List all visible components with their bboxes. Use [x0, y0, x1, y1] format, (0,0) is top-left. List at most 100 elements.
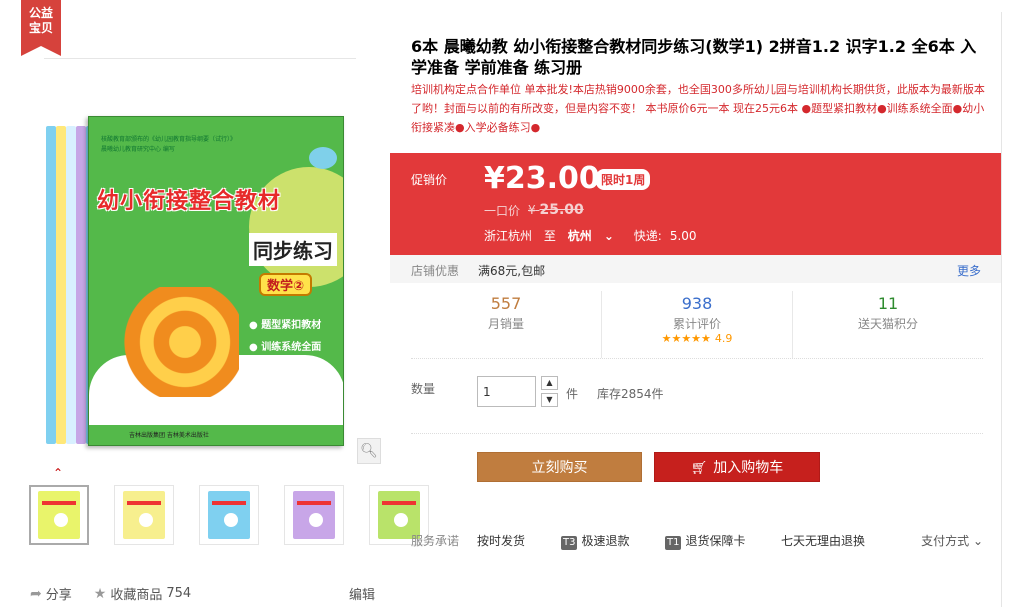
service-item-label: 极速退款	[581, 534, 630, 548]
book-spine	[46, 126, 56, 444]
stat-reviews[interactable]: 938 累计评价 ★★★★★ 4.9	[601, 291, 792, 358]
chevron-down-icon: ⌄	[972, 534, 983, 548]
cover-title: 幼小衔接整合教材	[97, 189, 282, 214]
chevron-up-icon[interactable]: ⌃	[53, 466, 63, 480]
stat-number: 557	[490, 294, 522, 313]
service-token-icon: T1	[665, 536, 682, 550]
cover-top-text: 核酸教育部颁布的《幼儿园教育指导纲要（试行）》 晨曦幼儿教育研究中心 编写	[101, 135, 281, 155]
add-to-cart-button[interactable]: 🛒︎ 加入购物车	[654, 452, 820, 482]
thumbnail[interactable]	[284, 485, 344, 545]
cover-publisher: 吉林出版集团 吉林美术出版社	[129, 432, 209, 439]
cover-top-line: 核酸教育部颁布的《幼儿园教育指导纲要（试行）》	[101, 136, 237, 143]
service-token-icon: T3	[561, 536, 578, 550]
gallery-divider	[44, 58, 356, 59]
panel-edge	[1001, 12, 1002, 607]
limit-time-tag: 限时1周	[596, 169, 651, 190]
stock-count: 库存2854件	[597, 387, 664, 401]
stat-monthly-sales: 557 月销量	[411, 291, 601, 358]
decrease-button[interactable]: ▼	[541, 393, 558, 407]
quantity-label: 数量	[411, 382, 436, 396]
increase-button[interactable]: ▲	[541, 376, 558, 390]
payment-methods-dropdown[interactable]: 支付方式 ⌄	[921, 532, 983, 549]
shop-promo-label: 店铺优惠	[411, 264, 460, 278]
service-item[interactable]: T1 退货保障卡	[665, 532, 746, 550]
service-item[interactable]: T3 极速退款	[561, 532, 630, 550]
stat-points: 11 送天猫积分	[792, 291, 983, 358]
cover-bullet: ● 训练系统全面	[249, 342, 322, 353]
quantity-input[interactable]	[477, 376, 536, 407]
promo-price-label: 促销价	[411, 173, 448, 187]
stat-label: 累计评价	[672, 317, 721, 331]
stars-icon: ★★★★★	[661, 332, 711, 345]
original-price-label: 一口价	[484, 204, 521, 218]
ship-city: 杭州	[567, 229, 592, 243]
collect-label: 收藏商品	[110, 588, 163, 603]
original-price-value: 25.00	[539, 202, 584, 218]
charity-badge: 公益 宝贝	[21, 0, 61, 56]
cover-snail-illustration	[119, 287, 239, 397]
ship-to-word: 至	[543, 229, 556, 243]
share-link[interactable]: ➦ 分享	[30, 584, 72, 604]
thumbnail-image	[208, 491, 250, 539]
cover-bullet: ● 题型紧扣教材	[249, 320, 322, 331]
cover-subtitle: 同步练习	[249, 233, 337, 266]
stat-number: 11	[877, 294, 899, 313]
stats-bar: 557 月销量 938 累计评价 ★★★★★ 4.9 11 送天猫积分	[411, 291, 983, 359]
edit-link[interactable]: 编辑	[349, 584, 375, 603]
collect-count: 754	[166, 586, 192, 601]
shop-promo: 店铺优惠 满68元,包邮 更多	[390, 255, 1002, 283]
product-subtitle: 培训机构定点合作单位 单本批发!本店热销9000余套，也全国300多所幼儿园与培…	[411, 83, 985, 134]
ship-fee-label: 快递:	[633, 229, 662, 243]
service-label: 服务承诺	[411, 534, 460, 548]
quantity-unit: 件	[566, 387, 579, 401]
shipping-info: 浙江杭州 至 杭州 ⌄ 快递: 5.00	[484, 227, 705, 244]
stat-number: 938	[681, 294, 713, 313]
thumbnail-image	[38, 491, 80, 539]
badge-line1: 公益	[28, 6, 53, 20]
main-product-image[interactable]: 核酸教育部颁布的《幼儿园教育指导纲要（试行）》 晨曦幼儿教育研究中心 编写 幼小…	[38, 108, 358, 448]
original-price: ¥ 25.00	[528, 202, 584, 218]
gallery-actions: ➦ 分享 ★ 收藏商品 754 编辑	[30, 584, 375, 604]
product-gallery: 公益 宝贝 核酸教育部颁布的《幼儿园教育指导纲要（试行）》 晨曦幼儿教育研究中心…	[0, 0, 429, 607]
cover-brand-logo	[309, 147, 337, 169]
cover-subject-tag: 数学②	[259, 273, 313, 296]
payment-methods-label: 支付方式	[921, 534, 970, 548]
thumbnail[interactable]	[114, 485, 174, 545]
book-spine	[76, 126, 86, 444]
chevron-down-icon: ⌄	[603, 229, 614, 243]
ship-from: 浙江杭州	[484, 229, 533, 243]
shop-promo-value: 满68元,包邮	[478, 264, 546, 278]
service-item[interactable]: 七天无理由退换	[781, 532, 865, 549]
ship-city-select[interactable]: 杭州 ⌄	[568, 229, 622, 243]
stat-label: 月销量	[487, 317, 524, 331]
product-title: 6本 晨曦幼教 幼小衔接整合教材同步练习(数学1) 2拼音1.2 识字1.2 全…	[411, 37, 977, 77]
cover-bullets: ● 题型紧扣教材 ● 训练系统全面 ● 幼小衔接紧凑 ● 入学必备练习	[249, 315, 321, 403]
quantity-row: 数量 ▲ ▼ 件 库存2854件	[411, 376, 983, 434]
thumbnail-image	[293, 491, 335, 539]
rating-value: 4.9	[714, 332, 733, 345]
cart-icon: 🛒︎	[690, 461, 708, 476]
thumbnail[interactable]	[29, 485, 89, 545]
stat-label: 送天猫积分	[857, 317, 918, 331]
cover-bullet: ● 幼小衔接紧凑	[249, 364, 322, 375]
badge-line2: 宝贝	[28, 21, 53, 35]
service-item-label: 退货保障卡	[685, 534, 746, 548]
buy-now-button[interactable]: 立刻购买	[477, 452, 642, 482]
original-price-currency: ¥	[528, 203, 536, 217]
share-icon: ➦	[30, 585, 42, 602]
book-cover: 核酸教育部颁布的《幼儿园教育指导纲要（试行）》 晨曦幼儿教育研究中心 编写 幼小…	[88, 116, 344, 446]
thumbnail-strip	[29, 485, 429, 545]
service-item[interactable]: 按时发货	[477, 532, 525, 549]
ship-fee: 5.00	[669, 229, 697, 243]
book-spine	[56, 126, 66, 444]
star-icon: ★	[93, 585, 107, 602]
thumbnail-image	[123, 491, 165, 539]
book-spine	[66, 126, 76, 444]
zoom-icon[interactable]: 🔍︎	[357, 438, 381, 464]
add-to-cart-label: 加入购物车	[713, 460, 784, 476]
collect-link[interactable]: ★ 收藏商品 754	[93, 584, 192, 604]
thumbnail[interactable]	[199, 485, 259, 545]
more-promo-link[interactable]: 更多	[957, 262, 981, 279]
promo-price: ¥23.00	[484, 161, 600, 196]
rating-stars: ★★★★★ 4.9	[602, 332, 792, 345]
